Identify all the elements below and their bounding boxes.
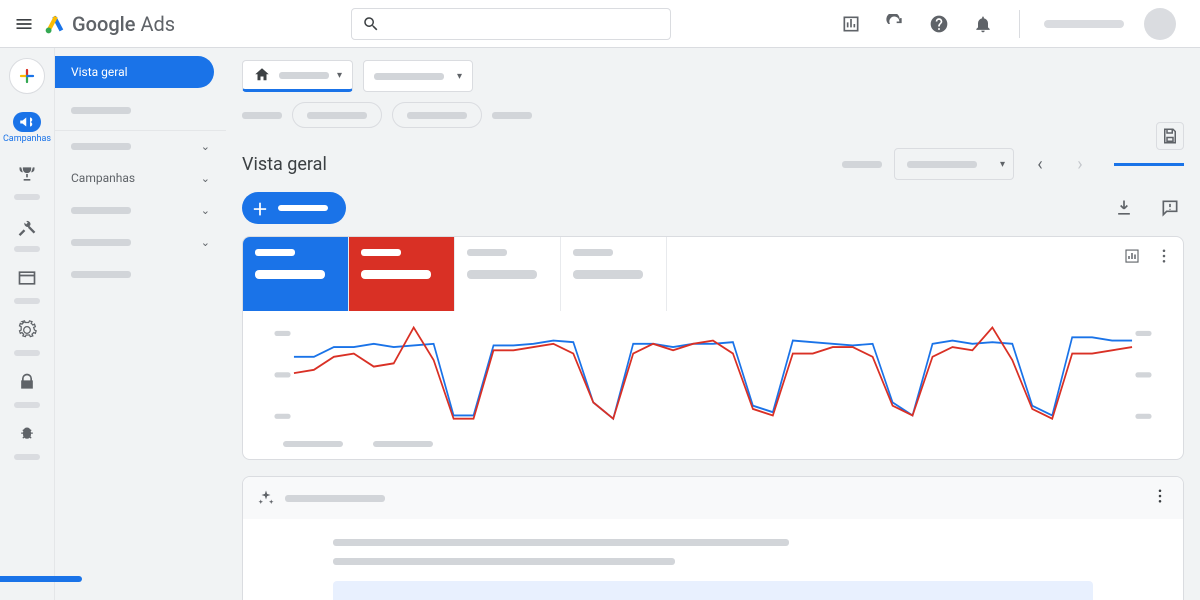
- filter-label: [492, 112, 532, 119]
- more-vert-icon: [1151, 487, 1169, 505]
- megaphone-icon: [18, 113, 36, 131]
- chart-type-button[interactable]: [1121, 245, 1143, 267]
- sidebar: Vista geral ⌄ Campanhas ⌄ ⌄ ⌄: [54, 48, 226, 600]
- caret-down-icon: ▾: [337, 70, 342, 81]
- metric-tab-1[interactable]: [243, 237, 349, 311]
- account-label[interactable]: [1044, 20, 1124, 28]
- search-input[interactable]: [388, 16, 660, 31]
- rail-bottom-link[interactable]: [0, 570, 90, 588]
- campaign-scope-chip[interactable]: ▾: [363, 60, 473, 92]
- filter-chip[interactable]: [292, 102, 382, 128]
- google-ads-logo-icon: [44, 13, 66, 35]
- feedback-icon: [1160, 198, 1180, 218]
- page-title: Vista geral: [242, 154, 830, 175]
- date-next-button[interactable]: ›: [1066, 150, 1094, 178]
- card-icon: [17, 268, 37, 288]
- download-icon: [1114, 198, 1134, 218]
- performance-chart: [243, 311, 1183, 441]
- performance-card: [242, 236, 1184, 460]
- rail-item-campaigns[interactable]: Campanhas: [3, 108, 51, 148]
- header: Google Ads: [0, 0, 1200, 48]
- chevron-down-icon: ⌄: [201, 172, 210, 185]
- date-prev-button[interactable]: ‹: [1026, 150, 1054, 178]
- rail-item-admin[interactable]: [15, 318, 39, 342]
- recommendation-card: [242, 476, 1184, 600]
- sparkle-icon: [257, 489, 275, 507]
- notifications-icon[interactable]: [971, 12, 995, 36]
- search-box[interactable]: [351, 8, 671, 40]
- rail-item-security[interactable]: [15, 370, 39, 394]
- rail-item-goals[interactable]: [15, 162, 39, 186]
- chevron-down-icon: ⌄: [201, 140, 210, 153]
- create-fab[interactable]: [9, 58, 45, 94]
- logo-text: Google Ads: [72, 12, 175, 36]
- save-icon: [1161, 127, 1179, 145]
- caret-down-icon: ▾: [457, 71, 462, 82]
- plus-icon: ＋: [250, 198, 270, 218]
- search-icon: [362, 15, 380, 33]
- sidebar-item[interactable]: ⌄: [55, 130, 226, 162]
- sidebar-item-label: Campanhas: [71, 171, 135, 185]
- sidebar-section-campaigns[interactable]: Campanhas ⌄: [55, 162, 226, 194]
- sidebar-item[interactable]: [55, 94, 226, 126]
- sidebar-item[interactable]: ⌄: [55, 194, 226, 226]
- legend-item: [373, 441, 433, 447]
- save-view-button[interactable]: [1156, 122, 1184, 150]
- bar-chart-icon: [1123, 247, 1141, 265]
- legend-item: [283, 441, 343, 447]
- bug-icon: [17, 424, 37, 444]
- active-view-indicator: [1114, 163, 1184, 166]
- sidebar-item-label: Vista geral: [71, 65, 128, 79]
- download-button[interactable]: [1110, 194, 1138, 222]
- sidebar-item[interactable]: [55, 258, 226, 290]
- logo[interactable]: Google Ads: [44, 12, 175, 36]
- refresh-icon[interactable]: [883, 12, 907, 36]
- more-vert-icon: [1155, 247, 1173, 265]
- reports-icon[interactable]: [839, 12, 863, 36]
- home-icon: [253, 66, 271, 84]
- rail-label-campaigns: Campanhas: [3, 134, 51, 144]
- rail-item-tools[interactable]: [15, 214, 39, 238]
- lock-icon: [17, 372, 37, 392]
- help-icon[interactable]: [927, 12, 951, 36]
- date-label: [842, 161, 882, 168]
- tools-icon: [17, 216, 37, 236]
- account-scope-chip[interactable]: ▾: [242, 60, 353, 92]
- metric-tab-2[interactable]: [349, 237, 455, 311]
- trophy-icon: [17, 164, 37, 184]
- main-content: ▾ ▾ Vista geral ‹ › ＋: [226, 48, 1200, 600]
- avatar[interactable]: [1144, 8, 1176, 40]
- card-menu-button[interactable]: [1153, 245, 1175, 267]
- plus-icon: [18, 67, 36, 85]
- feedback-button[interactable]: [1156, 194, 1184, 222]
- sidebar-item[interactable]: ⌄: [55, 226, 226, 258]
- metric-tab-4[interactable]: [561, 237, 667, 311]
- filter-label: [242, 112, 282, 119]
- recommendation-cta[interactable]: [333, 581, 1093, 600]
- rail-item-billing[interactable]: [15, 266, 39, 290]
- filter-chip[interactable]: [392, 102, 482, 128]
- metric-tab-3[interactable]: [455, 237, 561, 311]
- menu-icon[interactable]: [12, 12, 36, 36]
- chevron-down-icon: ⌄: [201, 236, 210, 249]
- new-campaign-button[interactable]: ＋: [242, 192, 346, 224]
- card-menu-button[interactable]: [1151, 487, 1169, 509]
- nav-rail: Campanhas: [0, 48, 54, 600]
- rail-item-debug[interactable]: [15, 422, 39, 446]
- date-range-picker[interactable]: [894, 148, 1014, 180]
- sidebar-item-overview[interactable]: Vista geral: [55, 56, 214, 88]
- gear-icon: [17, 320, 37, 340]
- chevron-down-icon: ⌄: [201, 204, 210, 217]
